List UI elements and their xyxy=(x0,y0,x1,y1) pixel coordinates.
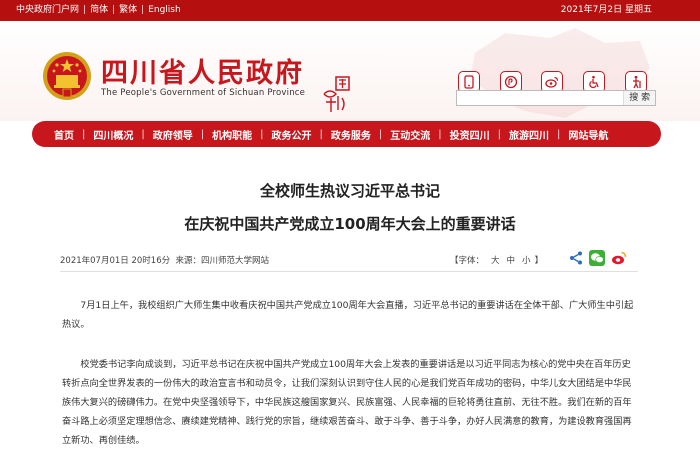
nav-item-gov-affairs[interactable]: 政务公开 xyxy=(272,127,312,142)
weibo-icon[interactable] xyxy=(611,250,627,266)
site-subtitle: The People's Government of Sichuan Provi… xyxy=(101,88,306,98)
current-date: 2021年7月2日 星期五 xyxy=(560,5,652,15)
nav-item-institutions[interactable]: 机构职能 xyxy=(212,127,252,142)
font-size-small-button[interactable]: 小 xyxy=(522,256,531,266)
nav-divider: | xyxy=(82,128,86,140)
search-input[interactable] xyxy=(457,91,624,105)
nav-divider: | xyxy=(497,128,501,140)
font-size-medium-button[interactable]: 中 xyxy=(507,256,516,266)
nav-divider: | xyxy=(378,128,383,140)
top-links: 中央政府门户网 | 简体 | 繁体 | English xyxy=(16,0,181,21)
separator: | xyxy=(141,5,145,15)
font-size-large-button[interactable]: 大 xyxy=(491,256,500,266)
article-paragraph: 7月1日上午，我校组织广大师生集中收看庆祝中国共产党成立100周年大会直播，习近… xyxy=(62,300,634,330)
nav-item-tourism[interactable]: 旅游四川 xyxy=(509,127,549,142)
nav-item-overview[interactable]: 四川概况 xyxy=(93,127,133,142)
site-header: 四川省人民政府 The People's Government of Sichu… xyxy=(0,21,700,121)
separator: | xyxy=(112,5,116,15)
english-link[interactable]: English xyxy=(148,0,181,21)
search-button[interactable]: 搜 索 xyxy=(623,91,655,105)
nav-item-home[interactable]: 首页 xyxy=(54,127,74,142)
sichuan-seal-logo xyxy=(323,76,350,112)
share-icon[interactable] xyxy=(568,250,584,266)
article-publish-info: 2021年07月01日 20时16分 来源：四川师范大学网站 xyxy=(60,254,269,266)
font-size-label: 【字体： xyxy=(450,256,485,266)
article-source: 来源：四川师范大学网站 xyxy=(175,256,270,266)
nav-item-interaction[interactable]: 互动交流 xyxy=(390,127,430,142)
article-title-line1: 全校师生热议习近平总书记 xyxy=(259,182,440,200)
publish-date: 2021年07月01日 20时16分 xyxy=(60,256,171,266)
wechat-icon[interactable] xyxy=(589,250,605,266)
traditional-chinese-link[interactable]: 繁体 xyxy=(119,0,137,21)
central-gov-portal-link[interactable]: 中央政府门户网 xyxy=(16,0,79,21)
nav-divider: | xyxy=(260,128,264,140)
nav-divider: | xyxy=(557,128,561,140)
meta-divider xyxy=(60,271,638,272)
font-size-bracket: 】 xyxy=(534,256,544,266)
nav-item-leaders[interactable]: 政府领导 xyxy=(153,127,193,142)
nav-divider: | xyxy=(141,128,145,140)
article-meta: 2021年07月01日 20时16分 来源：四川师范大学网站 【字体： 大中小】 xyxy=(60,250,638,268)
nav-divider: | xyxy=(438,128,442,140)
nav-item-site-map[interactable]: 网站导航 xyxy=(568,127,608,142)
separator: | xyxy=(83,5,87,15)
nav-divider: | xyxy=(319,128,323,140)
nav-item-invest[interactable]: 投资四川 xyxy=(450,127,490,142)
article-title-line2: 在庆祝中国共产党成立100周年大会上的重要讲话 xyxy=(184,215,516,233)
article-paragraph: 校党委书记李向成谈到，习近平总书记在庆祝中国共产党成立100周年大会上发表的重要… xyxy=(62,359,632,446)
nav-divider: | xyxy=(200,128,205,140)
search-bar: 搜 索 xyxy=(456,90,656,106)
nav-item-services[interactable]: 政务服务 xyxy=(331,127,371,142)
national-emblem-icon[interactable] xyxy=(42,51,92,101)
font-size-controls: 【字体： 大中小】 xyxy=(450,254,543,266)
main-nav: 首页 | 四川概况 | 政府领导 | 机构职能 | 政务公开 | 政务服务 | … xyxy=(32,121,661,147)
simplified-chinese-link[interactable]: 简体 xyxy=(90,0,108,21)
top-utility-bar: 中央政府门户网 | 简体 | 繁体 | English 2021年7月2日 星期… xyxy=(0,0,700,21)
site-title: 四川省人民政府 xyxy=(101,58,304,89)
